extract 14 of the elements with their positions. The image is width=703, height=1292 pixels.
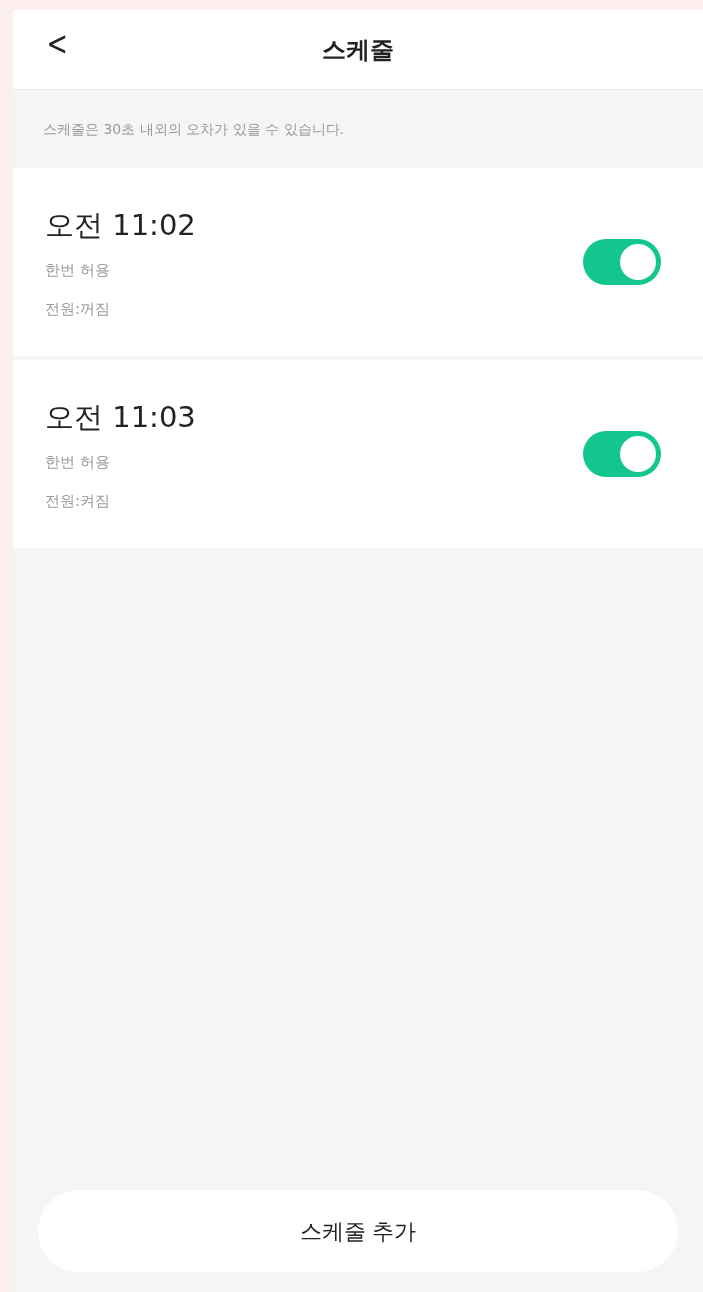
page-title: 스케줄	[322, 34, 394, 66]
add-schedule-button[interactable]: 스케줄 추가	[38, 1190, 678, 1272]
schedule-item[interactable]: 오전 11:03 한번 허용 전원:켜짐	[13, 360, 703, 548]
schedule-item[interactable]: 오전 11:02 한번 허용 전원:꺼짐	[13, 168, 703, 356]
schedule-time: 오전 11:03	[45, 398, 196, 436]
schedule-time: 오전 11:02	[45, 206, 196, 244]
power-text: 전원:꺼짐	[45, 298, 112, 320]
toggle-switch[interactable]	[583, 239, 661, 285]
repeat-text: 한번 허용	[45, 260, 111, 282]
toggle-switch[interactable]	[583, 431, 661, 477]
repeat-text: 한번 허용	[45, 452, 111, 474]
power-text: 전원:켜짐	[45, 490, 112, 512]
notice-text: 스케줄은 30초 내외의 오차가 있을 수 있습니다.	[43, 119, 344, 139]
back-button[interactable]: <	[46, 26, 68, 60]
